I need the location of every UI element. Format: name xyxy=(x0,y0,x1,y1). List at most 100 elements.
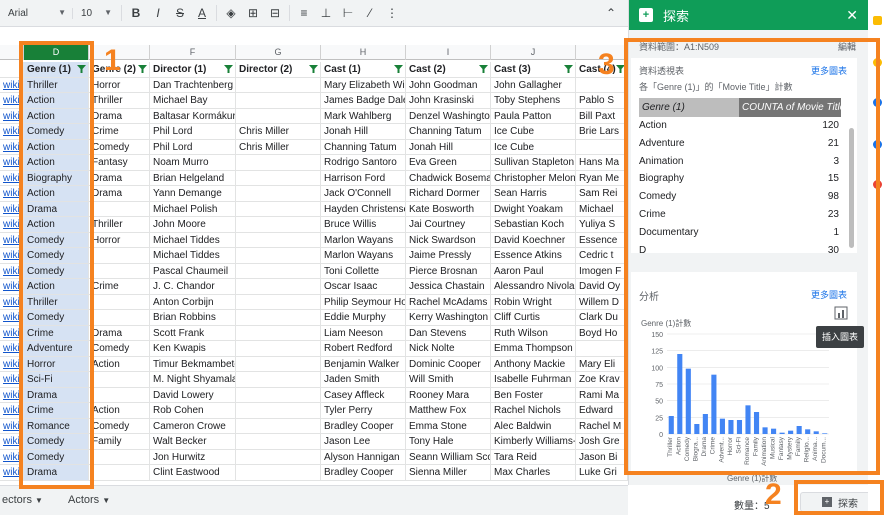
table-cell[interactable] xyxy=(89,387,150,403)
more-options-icon[interactable]: ⋮ xyxy=(381,2,403,24)
table-cell[interactable]: Ryan Me xyxy=(576,170,628,186)
table-cell[interactable]: John Moore xyxy=(150,217,236,233)
filter-icon[interactable] xyxy=(309,65,318,73)
table-cell[interactable]: Alyson Hannigan xyxy=(321,449,406,465)
table-cell[interactable]: Tony Hale xyxy=(406,434,491,450)
table-cell[interactable]: Marlon Wayans xyxy=(321,232,406,248)
sheet-tab-actors[interactable]: Actors ▼ xyxy=(68,494,110,506)
table-cell[interactable]: Bill Paxt xyxy=(576,108,628,124)
table-cell[interactable] xyxy=(89,248,150,264)
table-cell[interactable]: Clark Du xyxy=(576,310,628,326)
table-cell[interactable]: Action xyxy=(89,356,150,372)
table-cell[interactable]: Liam Neeson xyxy=(321,325,406,341)
table-cell[interactable]: Drama xyxy=(89,325,150,341)
text-color-button[interactable]: A xyxy=(191,2,213,24)
table-cell[interactable]: J. C. Chandor xyxy=(150,279,236,295)
table-cell[interactable] xyxy=(236,341,321,357)
filter-icon[interactable] xyxy=(224,65,233,73)
table-cell[interactable]: Family xyxy=(89,434,150,450)
table-cell[interactable]: Brie Lars xyxy=(576,124,628,140)
table-cell[interactable] xyxy=(236,170,321,186)
table-cell[interactable]: John Gallagher xyxy=(491,77,576,93)
table-cell[interactable]: Phil Lord xyxy=(150,139,236,155)
table-cell[interactable]: Walt Becker xyxy=(150,434,236,450)
table-cell[interactable] xyxy=(89,465,150,481)
filter-icon[interactable] xyxy=(394,65,403,73)
table-cell[interactable] xyxy=(236,387,321,403)
vertical-align-icon[interactable]: ⊥ xyxy=(315,2,337,24)
table-cell[interactable]: Eva Green xyxy=(406,155,491,171)
table-cell[interactable]: Alessandro Nivola xyxy=(491,279,576,295)
table-cell[interactable]: Ice Cube xyxy=(491,124,576,140)
table-cell[interactable] xyxy=(89,294,150,310)
table-cell[interactable] xyxy=(236,217,321,233)
header-cell[interactable]: Cast (1) xyxy=(321,62,406,78)
table-cell[interactable]: Bradley Cooper xyxy=(321,418,406,434)
table-cell[interactable]: John Goodman xyxy=(406,77,491,93)
table-cell[interactable]: Jonah Hill xyxy=(321,124,406,140)
table-cell[interactable] xyxy=(236,325,321,341)
table-cell[interactable]: Comedy xyxy=(89,139,150,155)
header-cell[interactable]: Cast (2) xyxy=(406,62,491,78)
table-cell[interactable]: Toby Stephens xyxy=(491,93,576,109)
table-cell[interactable]: Michael Bay xyxy=(150,93,236,109)
table-cell[interactable]: Denzel Washingtor xyxy=(406,108,491,124)
sheet-tab-directors[interactable]: ectors ▼ xyxy=(2,494,43,506)
table-cell[interactable]: Rodrigo Santoro xyxy=(321,155,406,171)
table-cell[interactable] xyxy=(576,139,628,155)
table-cell[interactable]: Boyd Ho xyxy=(576,325,628,341)
table-cell[interactable]: Rachel M xyxy=(576,418,628,434)
table-cell[interactable]: Josh Gre xyxy=(576,434,628,450)
table-cell[interactable] xyxy=(236,465,321,481)
table-cell[interactable]: Luke Gri xyxy=(576,465,628,481)
table-cell[interactable] xyxy=(236,449,321,465)
table-cell[interactable]: Kerry Washington xyxy=(406,310,491,326)
table-cell[interactable] xyxy=(89,372,150,388)
table-cell[interactable]: Crime xyxy=(89,279,150,295)
table-cell[interactable]: Emma Thompson xyxy=(491,341,576,357)
table-cell[interactable]: Mary Eli xyxy=(576,356,628,372)
table-cell[interactable]: Ben Foster xyxy=(491,387,576,403)
table-cell[interactable] xyxy=(236,248,321,264)
table-cell[interactable]: Brian Robbins xyxy=(150,310,236,326)
table-cell[interactable]: Isabelle Fuhrman xyxy=(491,372,576,388)
table-cell[interactable]: Scott Frank xyxy=(150,325,236,341)
calendar-icon[interactable] xyxy=(873,16,882,25)
table-cell[interactable] xyxy=(576,341,628,357)
table-cell[interactable]: Jack O'Connell xyxy=(321,186,406,202)
table-cell[interactable] xyxy=(236,108,321,124)
table-cell[interactable]: Will Smith xyxy=(406,372,491,388)
table-cell[interactable]: Drama xyxy=(89,170,150,186)
table-cell[interactable]: Kate Bosworth xyxy=(406,201,491,217)
table-cell[interactable] xyxy=(236,403,321,419)
column-header[interactable]: J xyxy=(491,45,576,60)
table-cell[interactable]: Channing Tatum xyxy=(406,124,491,140)
table-cell[interactable]: Nick Swardson xyxy=(406,232,491,248)
strikethrough-button[interactable]: S xyxy=(169,2,191,24)
table-cell[interactable]: Michael Tiddes xyxy=(150,248,236,264)
table-cell[interactable]: M. Night Shyamalan xyxy=(150,372,236,388)
table-cell[interactable]: Toni Collette xyxy=(321,263,406,279)
table-cell[interactable]: Bradley Cooper xyxy=(321,465,406,481)
table-cell[interactable] xyxy=(236,77,321,93)
table-cell[interactable]: Sienna Miller xyxy=(406,465,491,481)
table-cell[interactable]: Rachel Nichols xyxy=(491,403,576,419)
table-cell[interactable]: Essence xyxy=(576,232,628,248)
horizontal-align-icon[interactable]: ≡ xyxy=(293,2,315,24)
table-cell[interactable]: Robin Wright xyxy=(491,294,576,310)
table-cell[interactable]: Channing Tatum xyxy=(321,139,406,155)
table-cell[interactable]: Baltasar Kormákur xyxy=(150,108,236,124)
table-cell[interactable]: Comedy xyxy=(89,341,150,357)
table-cell[interactable]: Rachel McAdams xyxy=(406,294,491,310)
table-cell[interactable]: David Oy xyxy=(576,279,628,295)
table-cell[interactable]: Yuliya S xyxy=(576,217,628,233)
table-cell[interactable]: Sean Harris xyxy=(491,186,576,202)
table-cell[interactable]: Clint Eastwood xyxy=(150,465,236,481)
table-cell[interactable]: Chadwick Bosema xyxy=(406,170,491,186)
fill-color-icon[interactable]: ◈ xyxy=(220,2,242,24)
table-cell[interactable]: Horror xyxy=(89,77,150,93)
text-wrap-icon[interactable]: ⊢ xyxy=(337,2,359,24)
table-cell[interactable]: Drama xyxy=(89,108,150,124)
table-cell[interactable]: Jaden Smith xyxy=(321,372,406,388)
table-cell[interactable]: Ken Kwapis xyxy=(150,341,236,357)
